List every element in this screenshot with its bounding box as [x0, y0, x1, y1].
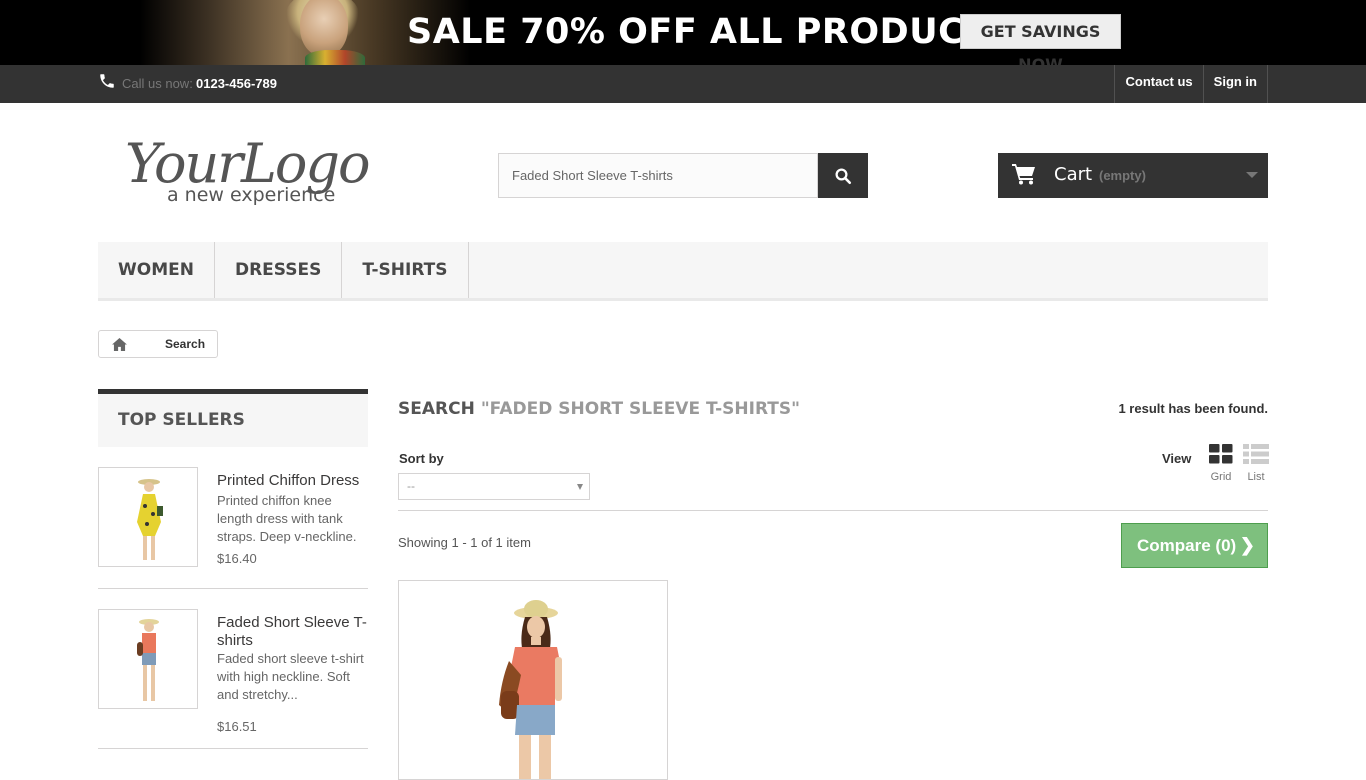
home-icon [111, 337, 127, 351]
view-label: View [1162, 451, 1192, 466]
result-count: 1 result has been found. [1118, 401, 1268, 416]
search-box [498, 153, 868, 198]
banner-model-dress [305, 50, 365, 65]
sort-by-value: -- [407, 479, 415, 493]
top-seller-item: Faded Short Sleeve T-shirts Faded short … [98, 589, 368, 749]
view-list-button[interactable]: List [1243, 444, 1269, 483]
menu-item-t-shirts[interactable]: T-SHIRTS [342, 242, 469, 298]
showing-count: Showing 1 - 1 of 1 item [398, 535, 531, 550]
breadcrumb: Search [98, 330, 219, 358]
logo-tagline: a new experience [167, 184, 335, 206]
search-heading-label: SEARCH [398, 399, 475, 419]
top-sellers-block: TOP SELLERS Printed Chiffon Dress Printe… [98, 389, 368, 749]
product-thumbnail[interactable] [98, 467, 198, 567]
product-card[interactable] [398, 580, 668, 780]
view-grid-label: Grid [1210, 471, 1232, 483]
top-nav: Call us now: 0123-456-789 Contact us Sig… [0, 65, 1366, 103]
banner-model-face [300, 0, 348, 56]
view-list-label: List [1247, 471, 1265, 483]
top-sellers-title[interactable]: TOP SELLERS [98, 389, 368, 447]
list-icon [1243, 444, 1269, 464]
chevron-right-icon: ❯ [1239, 535, 1255, 555]
contact-us-link[interactable]: Contact us [1114, 65, 1202, 103]
top-nav-links: Contact us Sign in [1114, 65, 1268, 103]
phone-number: 0123-456-789 [196, 76, 277, 91]
search-button[interactable] [818, 153, 868, 198]
top-seller-price: $16.51 [217, 719, 257, 734]
get-savings-button[interactable]: GET SAVINGS NOW [960, 14, 1121, 65]
banner-title: SALE 70% OFF ALL PRODUCTS [407, 12, 1015, 52]
top-seller-item: Printed Chiffon Dress Printed chiffon kn… [98, 467, 368, 589]
search-icon [835, 168, 852, 184]
product-image[interactable] [399, 581, 668, 780]
menu-item-women[interactable]: WOMEN [98, 242, 215, 298]
divider [398, 510, 1268, 511]
call-us-label: Call us now: [122, 76, 193, 91]
breadcrumb-home[interactable] [99, 331, 139, 357]
grid-icon [1209, 444, 1233, 464]
breadcrumb-separator [138, 330, 151, 358]
top-seller-price: $16.40 [217, 551, 257, 566]
main-menu: WOMEN DRESSES T-SHIRTS [98, 242, 1268, 301]
sort-by-select[interactable]: -- [398, 473, 590, 500]
cart-icon [1012, 164, 1035, 185]
site-logo[interactable]: YourLogo a new experience [123, 128, 413, 208]
top-seller-description: Printed chiffon knee length dress with t… [217, 493, 357, 544]
product-thumbnail[interactable] [98, 609, 198, 709]
phone-icon [100, 74, 114, 88]
sort-by-label: Sort by [399, 451, 444, 466]
compare-label: Compare (0) [1137, 536, 1237, 555]
cart-label: Cart [1054, 164, 1093, 185]
top-seller-name[interactable]: Faded Short Sleeve T-shirts [217, 614, 367, 650]
view-grid-button[interactable]: Grid [1209, 444, 1233, 483]
top-seller-name[interactable]: Printed Chiffon Dress [217, 472, 367, 490]
compare-button[interactable]: Compare (0) ❯ [1121, 523, 1268, 568]
sign-in-link[interactable]: Sign in [1202, 65, 1268, 103]
promo-banner[interactable]: SALE 70% OFF ALL PRODUCTS GET SAVINGS NO… [0, 0, 1366, 65]
chevron-down-icon [577, 484, 583, 490]
search-input[interactable] [498, 153, 818, 198]
menu-item-dresses[interactable]: DRESSES [215, 242, 343, 298]
top-seller-description: Faded short sleeve t-shirt with high nec… [217, 651, 364, 702]
search-results-heading: SEARCH "FADED SHORT SLEEVE T-SHIRTS" [398, 399, 800, 419]
cart-button[interactable]: Cart (empty) [998, 153, 1268, 198]
search-query: "FADED SHORT SLEEVE T-SHIRTS" [480, 399, 800, 419]
cart-status: (empty) [1099, 168, 1146, 183]
breadcrumb-current: Search [165, 337, 206, 351]
chevron-down-icon [1246, 172, 1258, 178]
